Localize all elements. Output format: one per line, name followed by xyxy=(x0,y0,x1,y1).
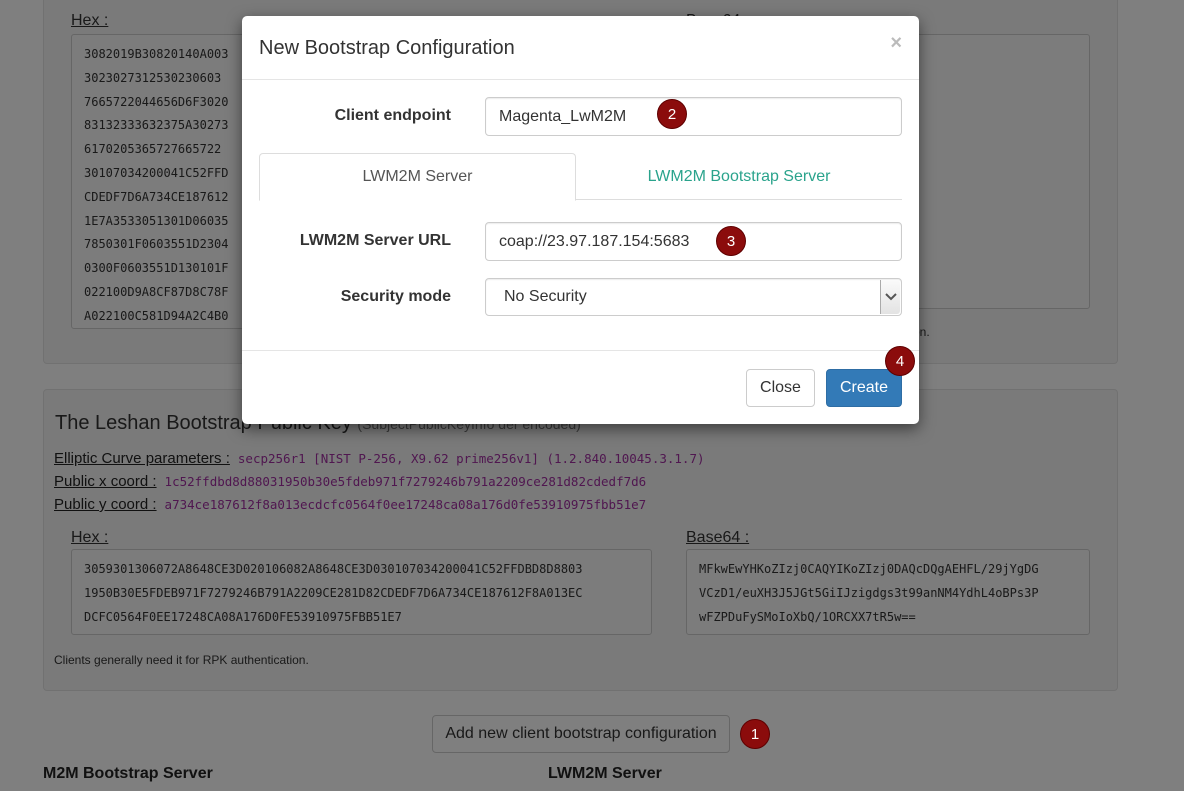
close-button[interactable]: Close xyxy=(746,369,815,407)
client-endpoint-input[interactable]: Magenta_LwM2M xyxy=(485,97,902,136)
step-badge: 3 xyxy=(716,226,746,256)
security-mode-value: No Security xyxy=(504,288,587,305)
tab-lwm2m-server[interactable]: LWM2M Server xyxy=(259,153,576,201)
security-mode-label: Security mode xyxy=(340,288,451,305)
server-tabs: LWM2M Server LWM2M Bootstrap Server xyxy=(259,153,902,201)
step-badge: 1 xyxy=(740,719,770,749)
server-url-input[interactable]: coap://23.97.187.154:5683 xyxy=(485,222,902,261)
client-endpoint-label: Client endpoint xyxy=(334,107,451,124)
server-url-label: LWM2M Server URL xyxy=(299,232,451,249)
security-mode-select[interactable]: No Security xyxy=(485,278,902,316)
step-badge: 2 xyxy=(657,99,687,129)
chevron-down-icon[interactable] xyxy=(880,280,900,314)
create-button[interactable]: Create xyxy=(826,369,902,407)
close-icon[interactable]: × xyxy=(890,32,902,55)
new-bootstrap-config-modal: New Bootstrap Configuration × Client end… xyxy=(242,16,919,424)
server-url-value: coap://23.97.187.154:5683 xyxy=(499,232,690,250)
modal-title: New Bootstrap Configuration xyxy=(259,37,515,59)
modal-footer: Close Create xyxy=(242,350,919,424)
client-endpoint-value: Magenta_LwM2M xyxy=(499,107,627,125)
modal-header: New Bootstrap Configuration × xyxy=(242,16,919,80)
step-badge: 4 xyxy=(885,346,915,376)
tab-lwm2m-bootstrap-server[interactable]: LWM2M Bootstrap Server xyxy=(576,153,902,200)
